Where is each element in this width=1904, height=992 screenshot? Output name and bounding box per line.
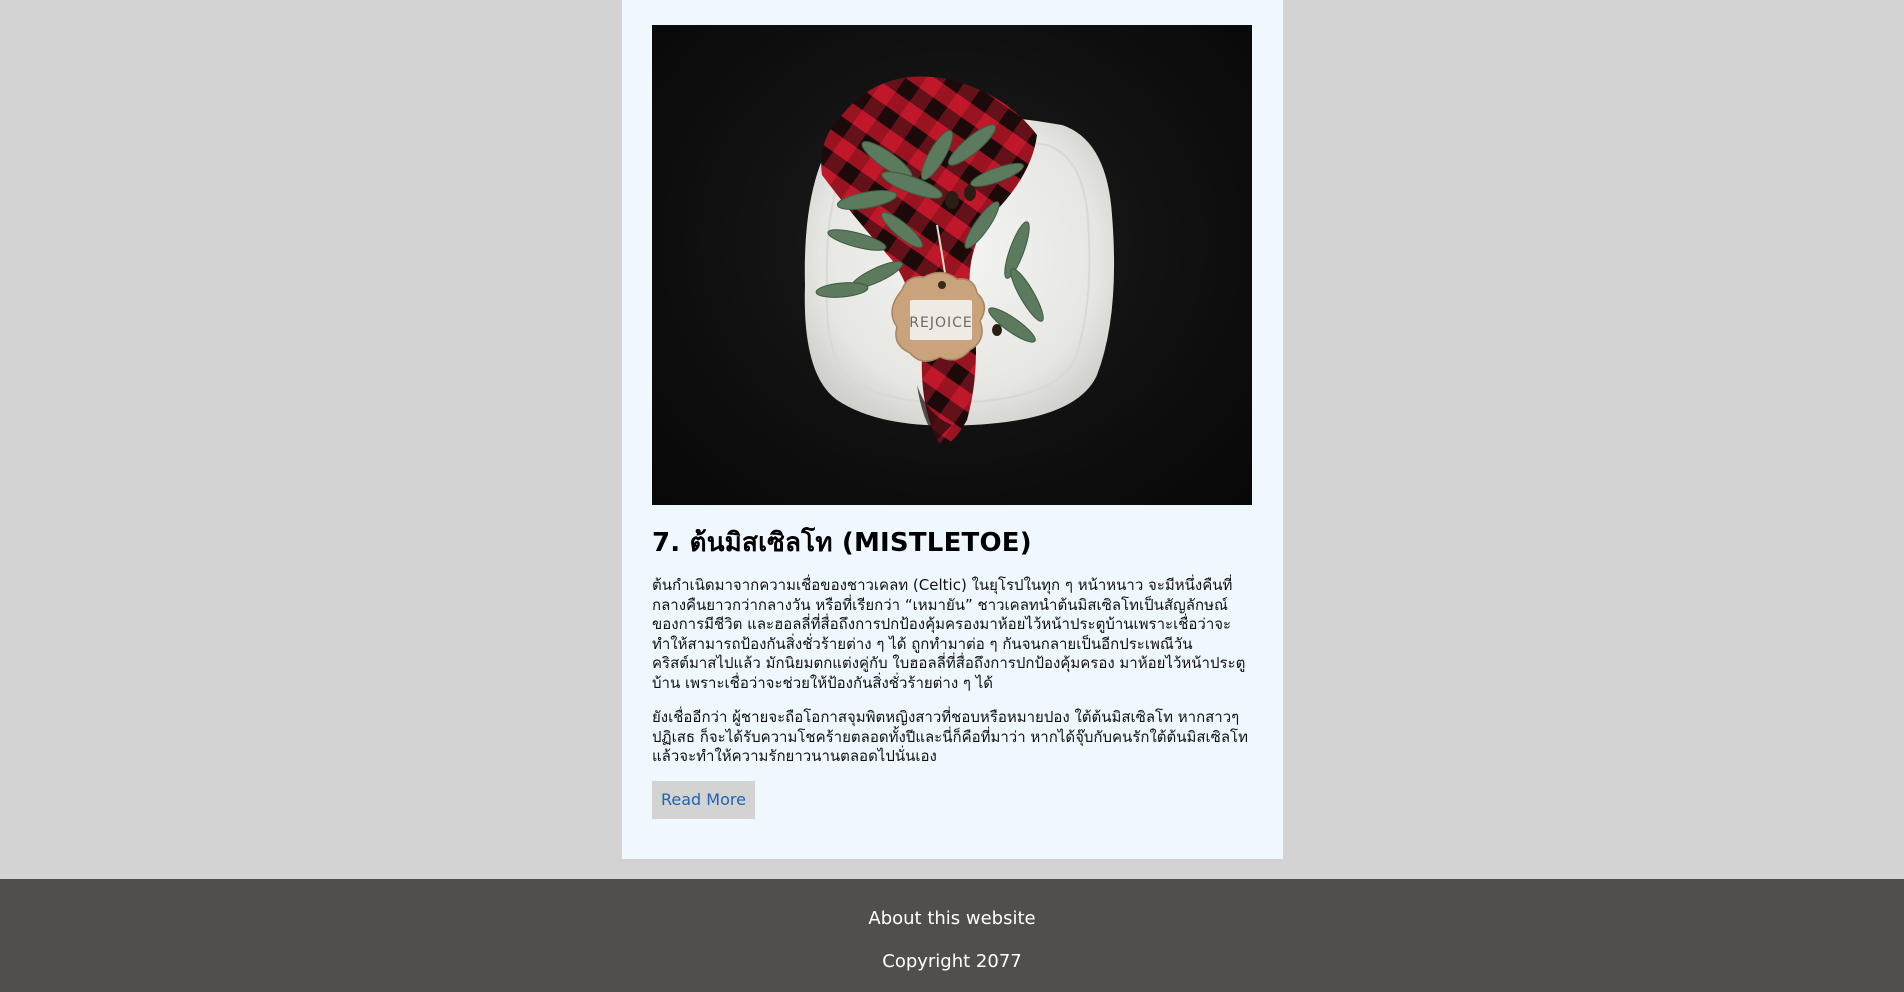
rejoice-tag: REJOICE [891,271,986,362]
table-setting-photo: REJOICE [804,76,1115,445]
footer: About this website Copyright 2077 [0,879,1904,992]
read-more-button[interactable]: Read More [652,781,755,819]
article-paragraph-2: ยังเชื่ออีกว่า ผู้ชายจะถือโอกาสจุมพิตหญิ… [652,708,1248,765]
article-paragraph-1: ต้นกำเนิดมาจากความเชื่อของชาวเคลท (Celti… [652,576,1246,692]
about-website-link[interactable]: About this website [0,907,1904,931]
page: REJOICE 7. ต้นมิสเซิลโท (MISTLETOE) ต้นก… [0,0,1904,992]
article-card: REJOICE 7. ต้นมิสเซิลโท (MISTLETOE) ต้นก… [622,0,1283,859]
tag-text: REJOICE [909,315,972,331]
article-image: REJOICE [652,25,1252,505]
copyright-text: Copyright 2077 [882,951,1022,972]
article-title: 7. ต้นมิสเซิลโท (MISTLETOE) [652,528,1032,558]
